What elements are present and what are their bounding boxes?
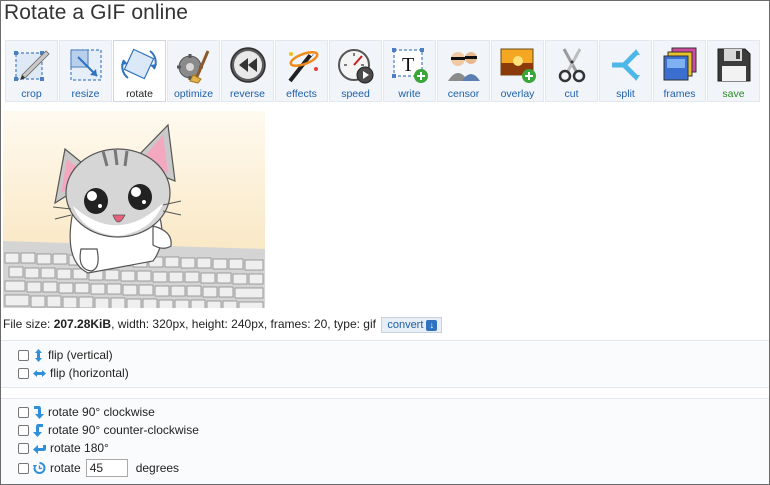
tool-cut[interactable]: cut <box>545 40 598 102</box>
tool-label: reverse <box>229 88 265 100</box>
file-info: File size: 207.28KiB, width: 320px, heig… <box>3 317 443 333</box>
page-title: Rotate a GIF online <box>4 1 188 24</box>
resize-icon <box>69 49 102 81</box>
tool-reverse[interactable]: reverse <box>221 40 274 102</box>
gif-preview-image <box>3 111 265 308</box>
tool-label: effects <box>286 88 317 100</box>
rotate-180-option: rotate 180° <box>18 441 109 455</box>
rotate-ccw-option: rotate 90° counter-clockwise <box>18 423 199 437</box>
flip-vertical-label: flip (vertical) <box>48 348 113 362</box>
frames-label: , frames: <box>263 317 311 332</box>
rotate-cw-arrow-icon <box>34 405 44 419</box>
rotate-custom-icon <box>33 462 46 474</box>
censor-icon <box>447 52 480 81</box>
optimize-icon <box>176 50 209 84</box>
tool-resize[interactable]: resize <box>59 40 112 102</box>
tool-label: overlay <box>500 88 535 100</box>
tool-label: optimize <box>173 88 214 100</box>
rotate-cw-checkbox[interactable] <box>18 406 29 418</box>
overlay-icon <box>500 48 536 83</box>
write-icon: T <box>391 48 428 83</box>
horizontal-arrows-icon <box>33 369 46 377</box>
rotate-degrees-input[interactable] <box>85 459 128 477</box>
tool-save[interactable]: save <box>707 40 760 102</box>
rotate-ccw-arrow-icon <box>33 423 43 437</box>
file-size-label: File size: <box>3 317 51 332</box>
tool-speed[interactable]: speed <box>329 40 382 102</box>
type-value: gif <box>363 317 376 332</box>
rotate-180-arrow-icon <box>33 444 46 454</box>
rotate-custom-checkbox[interactable] <box>18 462 29 474</box>
tool-label: censor <box>447 88 480 100</box>
tool-label: split <box>616 88 635 100</box>
flip-vertical-option: flip (vertical) <box>18 348 113 362</box>
frames-icon <box>663 47 696 81</box>
download-arrow-icon: ↓ <box>426 320 438 331</box>
split-icon <box>611 49 640 81</box>
tool-label: rotate <box>126 88 153 100</box>
speed-icon <box>337 49 373 84</box>
rotate-cw-option: rotate 90° clockwise <box>18 405 155 419</box>
tool-write[interactable]: T write <box>383 40 436 102</box>
svg-text:T: T <box>402 54 414 76</box>
height-value: 240px <box>231 317 264 332</box>
rotate-180-label: rotate 180° <box>50 441 109 455</box>
tool-label: crop <box>21 88 42 100</box>
convert-button[interactable]: convert ↓ <box>381 317 443 333</box>
toolbar: crop resize rotate optimize reverse effe… <box>5 40 760 102</box>
type-label: , type: <box>327 317 360 332</box>
tool-censor[interactable]: censor <box>437 40 490 102</box>
effects-icon <box>287 47 319 83</box>
tool-frames[interactable]: frames <box>653 40 706 102</box>
tool-crop[interactable]: crop <box>5 40 58 102</box>
rotate-icon <box>120 48 157 80</box>
gif-preview <box>3 111 265 308</box>
flip-horizontal-checkbox[interactable] <box>18 367 29 379</box>
tool-label: write <box>398 88 421 100</box>
degrees-label: degrees <box>135 461 180 475</box>
rotate-custom-option: rotate degrees <box>18 459 179 477</box>
height-label: , height: <box>185 317 228 332</box>
tool-label: save <box>722 88 745 100</box>
vertical-arrows-icon <box>35 348 42 362</box>
flip-vertical-checkbox[interactable] <box>18 349 29 361</box>
tool-split[interactable]: split <box>599 40 652 102</box>
rotate-ccw-label: rotate 90° counter-clockwise <box>48 423 199 437</box>
tool-optimize[interactable]: optimize <box>167 40 220 102</box>
frames-value: 20 <box>313 317 328 332</box>
tool-label: frames <box>663 88 696 100</box>
rotate-cw-label: rotate 90° clockwise <box>48 405 155 419</box>
rotate-180-checkbox[interactable] <box>18 442 29 454</box>
flip-horizontal-label: flip (horizontal) <box>50 366 129 380</box>
rotate-custom-label: rotate <box>50 461 81 475</box>
convert-label: convert <box>387 319 424 331</box>
cut-icon <box>558 48 585 83</box>
flip-horizontal-option: flip (horizontal) <box>18 366 129 380</box>
rotate-options-panel: rotate 90° clockwise rotate 90° counter-… <box>1 398 769 484</box>
flip-options-panel: flip (vertical) flip (horizontal) <box>1 340 769 388</box>
save-icon <box>717 48 750 82</box>
width-value: 320px <box>152 317 186 332</box>
width-label: , width: <box>111 317 150 332</box>
tool-label: resize <box>71 88 100 100</box>
tool-rotate[interactable]: rotate <box>113 40 166 102</box>
rotate-ccw-checkbox[interactable] <box>18 424 29 436</box>
crop-icon <box>13 50 50 81</box>
tool-label: cut <box>564 88 579 100</box>
tool-effects[interactable]: effects <box>275 40 328 102</box>
tool-label: speed <box>341 88 370 100</box>
tool-overlay[interactable]: overlay <box>491 40 544 102</box>
reverse-icon <box>229 47 266 83</box>
file-size-value: 207.28KiB <box>53 317 112 332</box>
